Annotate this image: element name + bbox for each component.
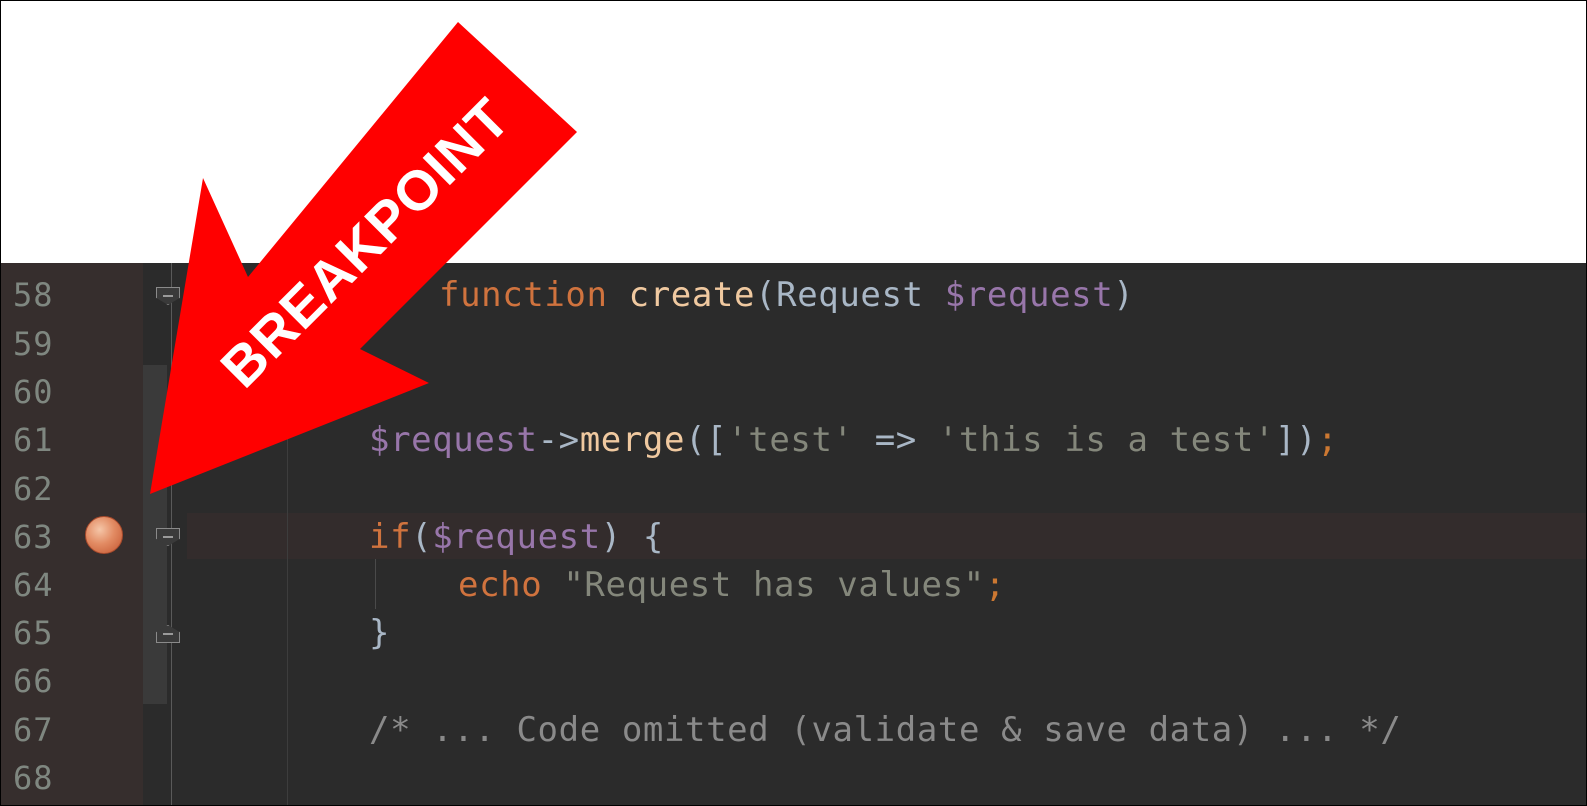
line-number[interactable]: 67: [13, 706, 103, 754]
code-line-65[interactable]: }: [369, 609, 390, 657]
code-line-58[interactable]: function create(Request $request): [439, 271, 1134, 319]
keyword: echo: [458, 565, 543, 605]
string: 'test': [727, 420, 854, 460]
line-number[interactable]: 64: [13, 561, 103, 609]
line-number[interactable]: 60: [13, 368, 103, 416]
operator: =>: [853, 420, 938, 460]
semicolon: ;: [984, 565, 1006, 605]
function-name: create: [628, 275, 756, 315]
punctuation: ([: [685, 420, 728, 460]
line-number[interactable]: 62: [13, 465, 103, 513]
semicolon: ;: [1317, 420, 1339, 460]
method-name: merge: [579, 420, 686, 460]
punctuation: ]): [1275, 420, 1318, 460]
punctuation: (: [411, 517, 433, 557]
keyword: function: [439, 275, 608, 315]
line-number[interactable]: 68: [13, 754, 103, 802]
indent-guide: [287, 433, 288, 805]
parameter: $request: [944, 275, 1114, 315]
line-number[interactable]: 59: [13, 320, 103, 368]
type-name: Request: [776, 275, 924, 315]
code-line-64[interactable]: echo "Request has values";: [458, 561, 1006, 609]
breakpoint-icon[interactable]: [85, 516, 123, 554]
variable: $request: [432, 517, 601, 557]
string: 'this is a test': [937, 420, 1276, 460]
code-line-61[interactable]: $request->merge(['test' => 'this is a te…: [369, 416, 1338, 464]
punctuation: ): [1113, 275, 1135, 315]
string: "Request has values": [563, 565, 985, 605]
punctuation: }: [369, 613, 391, 653]
code-line-67[interactable]: /* ... Code omitted (validate & save dat…: [369, 706, 1401, 754]
operator: ->: [537, 420, 580, 460]
code-line-63[interactable]: if($request) {: [369, 513, 664, 561]
punctuation: ) {: [600, 517, 664, 557]
line-number[interactable]: 66: [13, 657, 103, 705]
comment: /* ... Code omitted (validate & save dat…: [369, 710, 1402, 750]
indent-guide: [375, 559, 376, 609]
variable: $request: [369, 420, 538, 460]
line-number[interactable]: 58: [13, 271, 103, 319]
line-number-gutter[interactable]: 58 59 60 61 62 63 64 65 66 67 68: [1, 263, 143, 805]
keyword: if: [369, 517, 412, 557]
punctuation: (: [755, 275, 777, 315]
line-number[interactable]: 65: [13, 609, 103, 657]
line-number[interactable]: 61: [13, 416, 103, 464]
